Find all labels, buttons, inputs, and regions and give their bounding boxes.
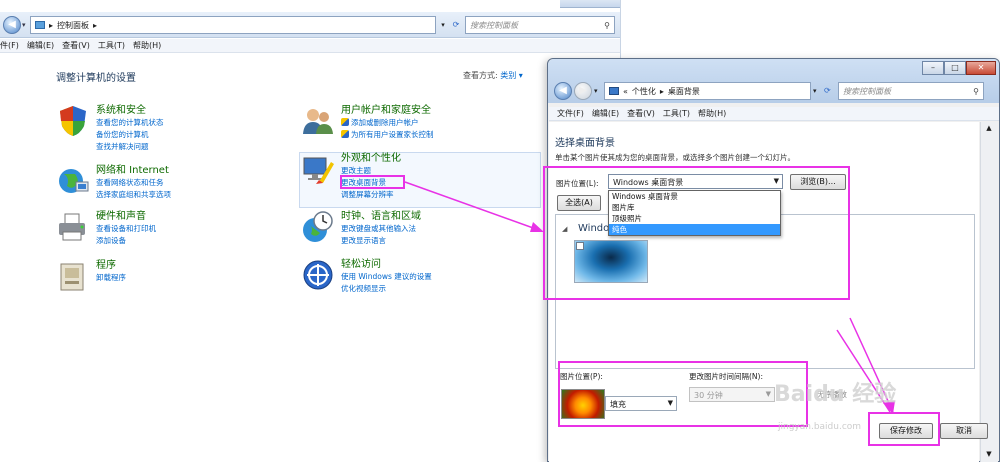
arrow-line: [404, 181, 537, 230]
watermark-url: jingyan.baidu.com: [778, 422, 862, 432]
arrow-head-icon: [530, 222, 544, 232]
watermark-brand: Baidu 经验: [774, 382, 897, 407]
